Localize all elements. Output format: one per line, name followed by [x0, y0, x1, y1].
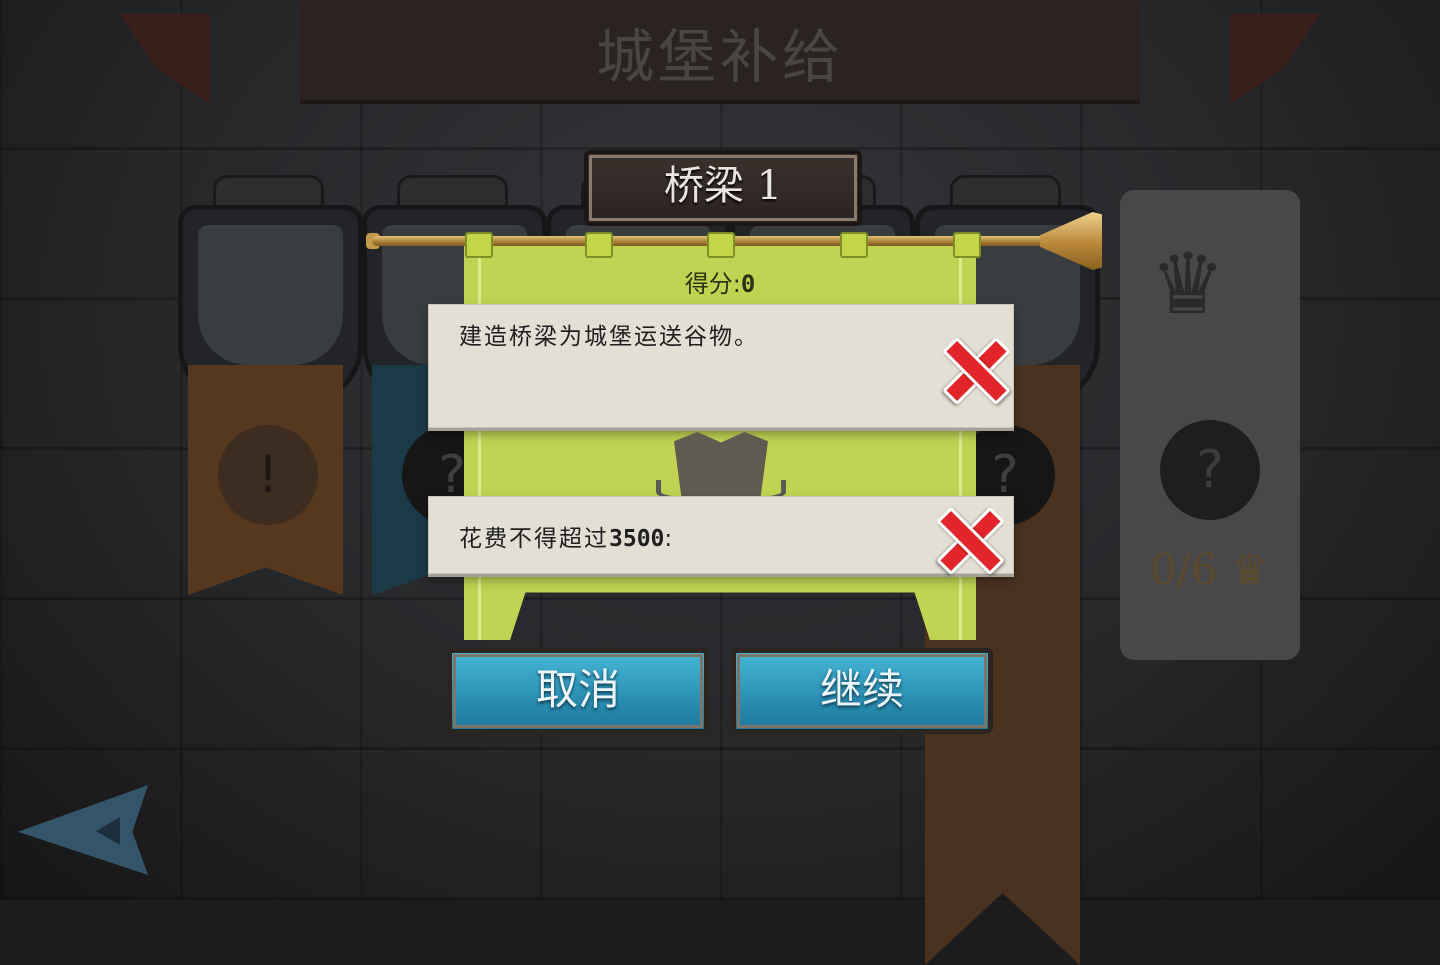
level-name: 桥梁 1	[663, 163, 783, 209]
chapter-reward-scroll: ♛ ? 0/6 ♛	[1120, 190, 1300, 660]
cost-limit-value: 3500	[609, 526, 665, 552]
flag-ring	[840, 232, 868, 258]
objective-card-1: 建造桥梁为城堡运送谷物。	[428, 304, 1014, 428]
flag-ring	[585, 232, 613, 258]
objective-card-2: 花费不得超过3500:	[428, 496, 1014, 574]
locked-question-icon: ?	[1160, 420, 1260, 520]
objective-text: 建造桥梁为城堡运送谷物。	[459, 324, 759, 350]
score-line: 得分:0	[464, 264, 976, 299]
objective-failed-x-icon	[938, 509, 996, 567]
cancel-button[interactable]: 取消	[447, 648, 709, 734]
level-card-1: !	[178, 175, 363, 595]
alert-icon: !	[218, 425, 318, 525]
objective-text: 花费不得超过3500:	[459, 526, 675, 552]
level-name-plaque: 桥梁 1	[584, 150, 862, 226]
screen-title: 城堡补给	[595, 23, 844, 91]
score-value: 0	[740, 270, 756, 298]
crown-icon: ♛	[1150, 235, 1226, 333]
wheat-art-icon	[198, 225, 343, 365]
score-label: 得分:	[684, 270, 741, 298]
continue-button[interactable]: 继续	[731, 648, 993, 734]
flag-ring	[707, 232, 735, 258]
objective-failed-x-icon	[944, 339, 1002, 397]
flag-ring	[953, 232, 981, 258]
crown-progress: 0/6 ♛	[1150, 545, 1269, 594]
flag-ring	[465, 232, 493, 258]
